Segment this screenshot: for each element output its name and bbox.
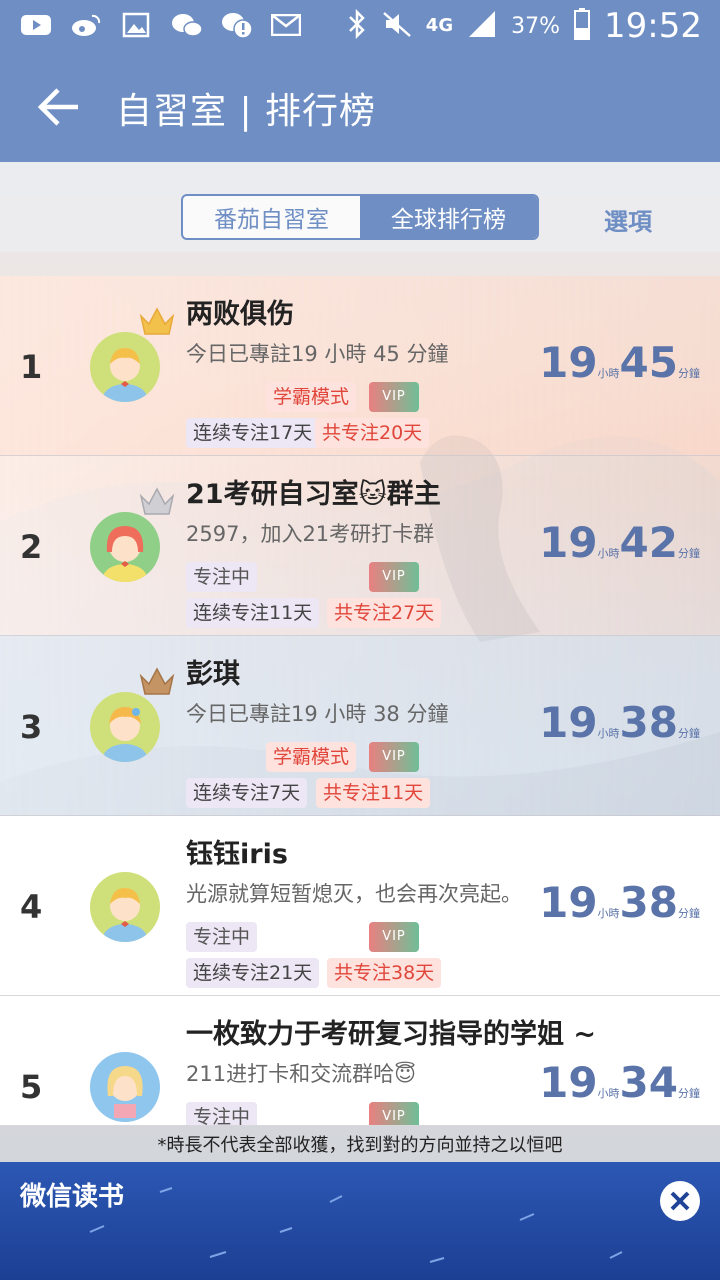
leaderboard-row[interactable]: 5 一枚致力于考研复习指导的学姐 ~ 211进打卡和交流群哈😇 专注中 VIP … — [0, 996, 720, 1126]
hours-value: 19 — [539, 698, 598, 747]
user-name: 一枚致力于考研复习指导的学姐 ~ — [186, 1019, 597, 1050]
silver-crown-icon — [138, 486, 176, 520]
focus-time: 19小時45分鐘 — [539, 338, 700, 387]
total-days-badge: 共专注38天 — [327, 958, 442, 988]
minutes-unit: 分鐘 — [678, 727, 700, 740]
user-motto: 光源就算短暂熄灭，也会再次亮起。 — [186, 882, 522, 906]
bluetooth-icon — [346, 8, 368, 43]
weibo-icon — [70, 10, 102, 40]
wechat-icon — [170, 10, 202, 40]
user-name: 彭琪 — [186, 659, 240, 690]
user-motto: 2597，加入21考研打卡群 — [186, 522, 435, 546]
ad-title: 微信读书 — [20, 1182, 125, 1212]
options-button[interactable]: 選項 — [604, 202, 652, 237]
page-title: 自習室 | 排行榜 — [116, 91, 377, 132]
avatar — [90, 512, 160, 582]
status-badge: 专注中 — [186, 562, 258, 592]
mail-icon — [270, 10, 302, 40]
leaderboard-row[interactable]: 3 彭琪 今日已專註19 小時 38 分鐘 学霸模式 VIP 连续专注7天 共专… — [0, 636, 720, 816]
avatar — [90, 692, 160, 762]
minutes-value: 45 — [619, 338, 678, 387]
focus-time: 19小時34分鐘 — [539, 1058, 700, 1107]
hours-value: 19 — [539, 338, 598, 387]
streak-badge: 连续专注11天 — [186, 598, 320, 628]
total-days-badge: 共专注20天 — [315, 418, 430, 448]
minutes-unit: 分鐘 — [678, 1087, 700, 1100]
user-motto: 今日已專註19 小時 45 分鐘 — [186, 342, 449, 366]
hours-unit: 小時 — [597, 367, 620, 380]
user-name: 钰钰iris — [186, 839, 288, 870]
gallery-icon — [120, 10, 152, 40]
bronze-crown-icon — [138, 666, 176, 700]
status-badge: 专注中 — [186, 922, 258, 952]
status-bar: 4G 37% 19:52 — [0, 0, 720, 52]
minutes-value: 38 — [619, 878, 678, 927]
hours-unit: 小時 — [597, 1087, 620, 1100]
battery-percent: 37% — [511, 13, 561, 39]
minutes-unit: 分鐘 — [678, 907, 700, 920]
gold-crown-icon — [138, 306, 176, 340]
mode-badge: 学霸模式 — [266, 742, 357, 772]
total-days-badge: 共专注27天 — [327, 598, 442, 628]
status-badge: 专注中 — [186, 1102, 258, 1125]
leaderboard-row[interactable]: 2 21考研自习室🐱群主 2597，加入21考研打卡群 专注中 VIP 连续专注… — [0, 456, 720, 636]
rank-number: 3 — [20, 708, 43, 746]
network-type: 4G — [425, 15, 454, 36]
hours-unit: 小時 — [597, 547, 620, 560]
hours-value: 19 — [539, 518, 598, 567]
tab-study-room[interactable]: 番茄自習室 — [183, 196, 360, 238]
streak-badge: 连续专注7天 — [186, 778, 308, 808]
user-motto: 211进打卡和交流群哈😇 — [186, 1062, 416, 1086]
total-days-badge: 共专注11天 — [316, 778, 431, 808]
minutes-unit: 分鐘 — [678, 547, 700, 560]
mute-icon — [382, 9, 412, 43]
minutes-value: 38 — [619, 698, 678, 747]
focus-time: 19小時38分鐘 — [539, 878, 700, 927]
vip-badge: VIP — [369, 1102, 419, 1125]
rank-number: 1 — [20, 348, 43, 386]
footer-note: *時長不代表全部收獲，找到對的方向並持之以恒吧 — [0, 1126, 720, 1162]
hours-value: 19 — [539, 1058, 598, 1107]
focus-time: 19小時42分鐘 — [539, 518, 700, 567]
streak-badge: 连续专注21天 — [186, 958, 320, 988]
minutes-value: 34 — [619, 1058, 678, 1107]
youtube-icon — [20, 10, 52, 40]
hours-value: 19 — [539, 878, 598, 927]
focus-time: 19小時38分鐘 — [539, 698, 700, 747]
vip-badge: VIP — [369, 382, 419, 412]
wechat-alert-icon — [220, 10, 252, 40]
minutes-unit: 分鐘 — [678, 367, 700, 380]
signal-icon — [467, 9, 497, 43]
mode-badge: 学霸模式 — [266, 382, 357, 412]
clock: 19:52 — [604, 6, 702, 46]
tab-global-ranking[interactable]: 全球排行榜 — [360, 196, 537, 238]
avatar — [90, 872, 160, 942]
app-bar: 自習室 | 排行榜 — [0, 52, 720, 162]
hours-unit: 小時 — [597, 727, 620, 740]
leaderboard-segment: 番茄自習室 全球排行榜 — [181, 194, 539, 240]
avatar — [90, 1052, 160, 1122]
minutes-value: 42 — [619, 518, 678, 567]
vip-badge: VIP — [369, 562, 419, 592]
avatar — [90, 332, 160, 402]
vip-badge: VIP — [369, 742, 419, 772]
vip-badge: VIP — [369, 922, 419, 952]
battery-icon — [574, 8, 591, 44]
ad-banner[interactable]: 微信读书 — [0, 1162, 720, 1280]
back-arrow-icon[interactable] — [36, 82, 86, 132]
user-motto: 今日已專註19 小時 38 分鐘 — [186, 702, 449, 726]
leaderboard-row[interactable]: 4 钰钰iris 光源就算短暂熄灭，也会再次亮起。 专注中 VIP 连续专注21… — [0, 816, 720, 996]
leaderboard-row[interactable]: 1 两败俱伤 今日已專註19 小時 45 分鐘 学霸模式 VIP 连续专注17天… — [0, 276, 720, 456]
user-name: 21考研自习室🐱群主 — [186, 479, 441, 510]
rank-number: 4 — [20, 888, 43, 926]
hours-unit: 小時 — [597, 907, 620, 920]
rank-number: 5 — [20, 1068, 43, 1106]
rank-number: 2 — [20, 528, 43, 566]
user-name: 两败俱伤 — [186, 299, 294, 330]
streak-badge: 连续专注17天 — [186, 418, 320, 448]
close-icon[interactable] — [659, 1180, 701, 1222]
